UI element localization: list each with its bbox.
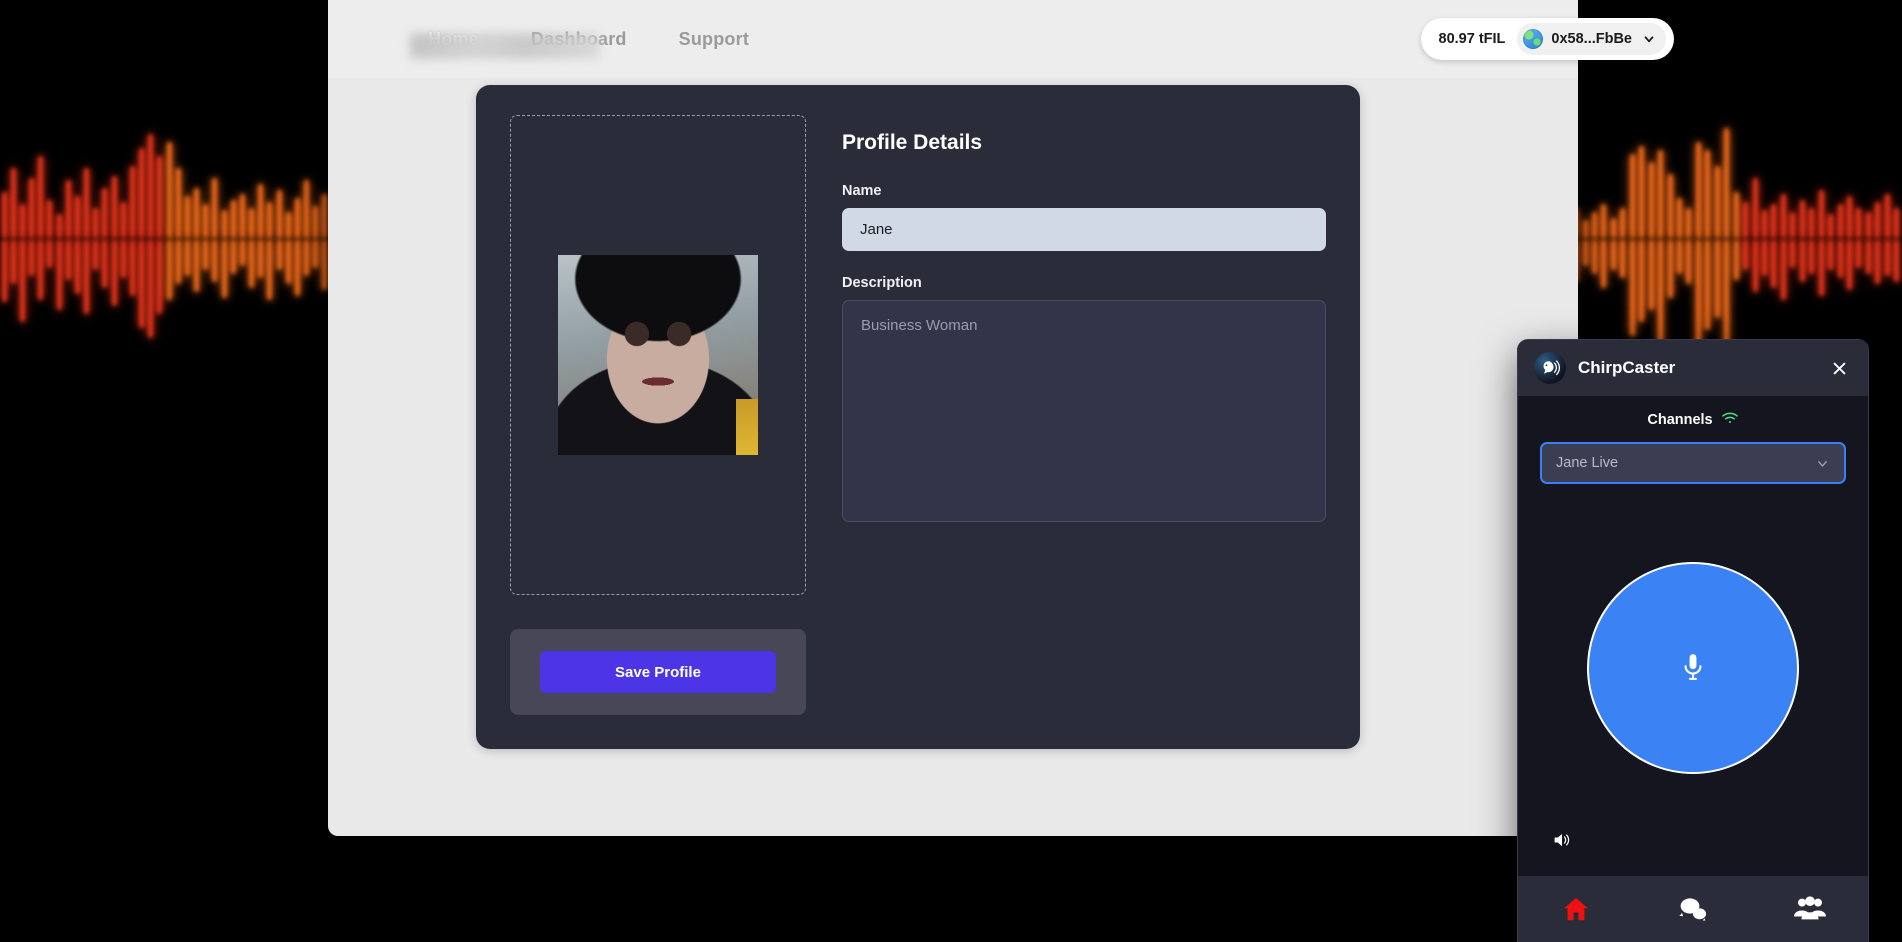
wifi-icon [1721,411,1739,425]
home-icon [1561,895,1591,923]
chirpcaster-bottom-nav [1518,876,1868,942]
profile-right-column: Profile Details Name Description [842,115,1326,715]
page-surface: Home Dashboard Support Save Profile [328,0,1578,836]
chevron-down-icon [1642,32,1656,46]
wallet-address: 0x58...FbBe [1551,31,1632,47]
chat-bubbles-icon [1677,895,1709,923]
channel-selected-value: Jane Live [1556,455,1619,471]
name-label: Name [842,183,882,199]
profile-photo [558,255,758,455]
image-dropzone[interactable] [510,115,806,595]
channels-label: Channels [1647,412,1713,428]
wallet-account[interactable]: 0x58...FbBe [1517,23,1666,55]
top-navigation: Home Dashboard Support [328,0,1578,78]
description-field-block: Description [842,275,1326,527]
microphone-icon [1680,652,1706,684]
name-input[interactable] [842,208,1326,251]
blurred-brand-logo [410,32,600,59]
waveform-left [0,0,330,338]
content-shell: Save Profile Profile Details Name Descri… [472,85,1364,789]
description-label: Description [842,275,922,291]
chirpcaster-widget: ChirpCaster Channels Jane Live [1518,340,1868,942]
page-title: Profile Details [842,131,983,154]
wallet-button[interactable]: 80.97 tFIL 0x58...FbBe [1420,18,1674,60]
people-group-icon [1793,896,1827,922]
wallet-balance: 80.97 tFIL [1438,31,1506,47]
description-input[interactable] [842,300,1326,522]
chirpcaster-title: ChirpCaster [1578,358,1676,377]
chevron-down-icon [1815,456,1830,471]
globe-icon [1523,29,1544,49]
speaker-icon[interactable] [1552,831,1572,854]
chirpcaster-header: ChirpCaster [1518,340,1868,396]
nav-link-support[interactable]: Support [679,29,749,50]
bird-broadcast-icon [1534,352,1566,384]
name-field-block: Name [842,183,1326,251]
nav-links: Home Dashboard Support [410,29,749,59]
channels-row: Channels [1540,412,1846,428]
close-icon[interactable] [1826,355,1852,381]
save-panel: Save Profile [510,629,806,715]
content-wrap: Save Profile Profile Details Name Descri… [472,78,1364,789]
chirp-nav-people[interactable] [1751,896,1868,922]
microphone-record-button[interactable] [1587,562,1799,774]
profile-left-column: Save Profile [510,115,806,715]
profile-card: Save Profile Profile Details Name Descri… [476,85,1360,749]
chirp-nav-chat[interactable] [1635,895,1752,923]
chirpcaster-body: Channels Jane Live [1518,396,1868,876]
channel-select[interactable]: Jane Live [1540,442,1846,484]
chirp-nav-home[interactable] [1518,895,1635,923]
save-profile-button[interactable]: Save Profile [540,651,776,693]
